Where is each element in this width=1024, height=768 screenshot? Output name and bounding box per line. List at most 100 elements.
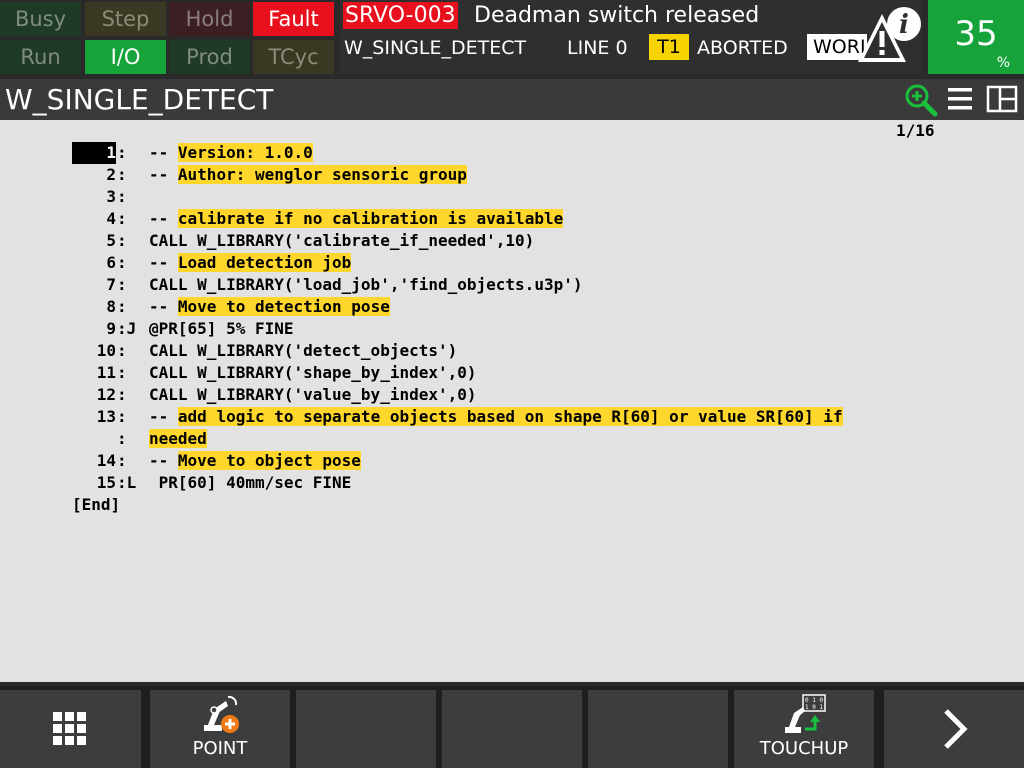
line-prefix: -- xyxy=(149,165,178,184)
svg-text:i: i xyxy=(899,10,909,40)
program-editor[interactable]: 1/16 1: -- Version: 1.0.0 2: -- Author: wen… xyxy=(0,120,1024,682)
fkey-menu-button[interactable] xyxy=(0,690,141,768)
svg-text:1 0 1: 1 0 1 xyxy=(805,704,823,711)
status-busy: Busy xyxy=(0,2,81,36)
line-prefix: -- xyxy=(149,407,178,426)
line-marker: : xyxy=(117,385,127,404)
line-text: Load detection job xyxy=(177,253,352,272)
alarm-code: SRVO-003 xyxy=(343,2,458,29)
chevron-right-icon xyxy=(944,709,968,749)
fkey-point-label: POINT xyxy=(192,738,248,759)
override-unit: % xyxy=(996,55,1010,71)
line-prefix: -- xyxy=(149,253,178,272)
line-text: CALL W_LIBRARY('load_job','find_objects.… xyxy=(149,275,583,294)
fkey-3-button[interactable] xyxy=(296,690,436,768)
title-bar: W_SINGLE_DETECT xyxy=(0,79,1024,120)
line-number: 9 xyxy=(106,319,116,338)
mode-badge: T1 xyxy=(649,34,689,60)
line-text: PR[60] 40mm/sec FINE xyxy=(149,473,352,492)
line-number: 13 xyxy=(96,407,116,426)
line-marker: :J xyxy=(117,319,137,338)
line-number: 6 xyxy=(106,253,116,272)
instruction-text: CALL W_LIBRARY('load_job','find_objects.… xyxy=(149,274,582,296)
line-text: Move to object pose xyxy=(177,451,361,470)
comment-text: -- Author: wenglor sensoric group xyxy=(149,164,467,186)
line-text: calibrate if no calibration is available xyxy=(177,209,564,228)
line-text: CALL W_LIBRARY('value_by_index',0) xyxy=(149,385,477,404)
fkey-5-button[interactable] xyxy=(588,690,728,768)
line-number: 11 xyxy=(96,363,116,382)
split-view-icon[interactable] xyxy=(986,85,1018,113)
line-text: Move to detection pose xyxy=(177,297,390,316)
line-number: 4 xyxy=(106,209,116,228)
status-prod: Prod xyxy=(169,40,250,74)
line-number: 3 xyxy=(106,187,116,206)
line-number: 2 xyxy=(106,165,116,184)
status-tcyc: TCyc xyxy=(253,40,334,74)
instruction-text: PR[60] 40mm/sec FINE xyxy=(149,472,352,494)
fkey-point-button[interactable]: POINT xyxy=(150,690,290,768)
execution-state: ABORTED xyxy=(697,37,788,59)
line-number: 7 xyxy=(106,275,116,294)
robot-touchup-icon: 0 1 0 1 0 1 xyxy=(785,694,826,733)
override-value: 35 xyxy=(954,14,998,54)
line-marker: : xyxy=(117,407,127,426)
line-text: add logic to separate objects based on s… xyxy=(177,407,843,426)
line-marker: : xyxy=(117,187,127,206)
instruction-text: CALL W_LIBRARY('detect_objects') xyxy=(149,340,457,362)
warning-info-icon: i xyxy=(858,7,921,62)
line-prefix: -- xyxy=(149,209,178,228)
fkey-touchup-label: TOUCHUP xyxy=(759,738,849,759)
line-number: 15 xyxy=(96,473,116,492)
line-text: needed xyxy=(149,429,207,448)
comment-text: -- add logic to separate objects based o… xyxy=(149,406,843,428)
line-marker: : xyxy=(117,253,127,272)
line-number: 14 xyxy=(96,451,116,470)
alarm-message: Deadman switch released xyxy=(474,3,760,28)
line-number: 12 xyxy=(96,385,116,404)
line-marker: : xyxy=(117,231,127,250)
svg-text:0 1 0: 0 1 0 xyxy=(805,697,823,704)
comment-text: -- Move to object pose xyxy=(149,450,361,472)
fkey-4-button[interactable] xyxy=(442,690,582,768)
line-number: 1 xyxy=(72,142,116,164)
fkey-touchup-button[interactable]: 0 1 0 1 0 1 TOUCHUP xyxy=(734,690,874,768)
line-text: CALL W_LIBRARY('shape_by_index',0) xyxy=(149,363,477,382)
status-run: Run xyxy=(0,40,81,74)
line-prefix: -- xyxy=(149,143,178,162)
menu-icon[interactable] xyxy=(946,85,974,113)
line-marker: : xyxy=(117,341,127,360)
status-io: I/O xyxy=(85,40,166,74)
line-marker: : xyxy=(117,297,127,316)
fkey-next-button[interactable] xyxy=(884,690,1024,768)
comment-text: -- Load detection job xyxy=(149,252,352,274)
robot-add-point-icon xyxy=(204,695,239,733)
line-prefix: -- xyxy=(149,451,178,470)
line-marker: : xyxy=(117,429,127,448)
line-text: Author: wenglor sensoric group xyxy=(177,165,467,184)
instruction-text: CALL W_LIBRARY('shape_by_index',0) xyxy=(149,362,477,384)
comment-text: -- calibrate if no calibration is availa… xyxy=(149,208,564,230)
status-step: Step xyxy=(85,2,166,36)
line-number: LINE 0 xyxy=(567,37,628,59)
zoom-in-icon[interactable] xyxy=(904,83,938,117)
instruction-text: @PR[65] 5% FINE xyxy=(149,318,294,340)
comment-text: -- Version: 1.0.0 xyxy=(149,142,313,164)
page-indicator: 1/16 xyxy=(896,121,935,140)
status-hold: Hold xyxy=(169,2,250,36)
line-text: @PR[65] 5% FINE xyxy=(149,319,294,338)
line-marker: : xyxy=(117,363,127,382)
line-marker: : xyxy=(117,165,127,184)
line-number: 10 xyxy=(96,341,116,360)
page-title: W_SINGLE_DETECT xyxy=(5,83,274,116)
running-program-name: W_SINGLE_DETECT xyxy=(344,37,527,59)
alarm-banner[interactable]: SRVO-003 Deadman switch released W_SINGL… xyxy=(340,0,922,74)
line-marker: : xyxy=(117,275,127,294)
instruction-text: CALL W_LIBRARY('calibrate_if_needed',10) xyxy=(149,230,534,252)
line-text: CALL W_LIBRARY('detect_objects') xyxy=(149,341,458,360)
line-marker: : xyxy=(117,143,127,162)
override-speed[interactable]: 35 % xyxy=(928,0,1024,74)
end-marker: [End] xyxy=(72,495,121,514)
comment-text: -- Move to detection pose xyxy=(149,296,390,318)
instruction-text: CALL W_LIBRARY('value_by_index',0) xyxy=(149,384,477,406)
